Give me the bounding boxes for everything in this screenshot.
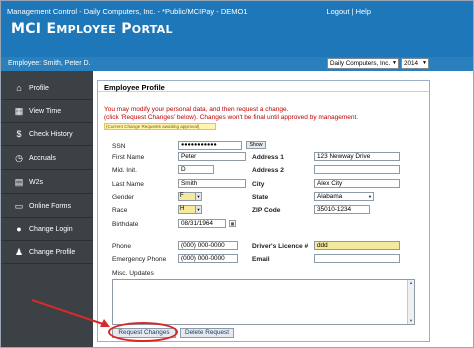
drivers-licence-label: Driver's Licence # [252, 243, 309, 250]
instruction-line-2: (click 'Request Changes' below). Changes… [104, 114, 359, 121]
birthdate-input[interactable]: 08/31/1964 [178, 219, 226, 228]
document-icon: ▤ [14, 177, 24, 187]
sidebar-item-w2s[interactable]: ▤ W2s [1, 172, 93, 194]
sidebar-item-change-login[interactable]: ● Change Login [1, 219, 93, 241]
clock-icon: ◷ [15, 153, 23, 163]
address1-label: Address 1 [252, 154, 284, 161]
mid-init-input[interactable]: D [178, 165, 214, 174]
calendar-icon: ▦ [14, 106, 24, 116]
ssn-input[interactable]: ●●●●●●●●●●● [178, 141, 242, 150]
sidebar-item-online-forms[interactable]: ▭ Online Forms [1, 196, 93, 218]
employee-profile-panel: Employee Profile You may modify your per… [97, 80, 430, 342]
race-label: Race [112, 207, 128, 214]
ssn-label: SSN [112, 143, 126, 150]
app-path: Management Control - Daily Computers, In… [7, 7, 248, 16]
race-select[interactable]: H ▼ [178, 205, 202, 214]
year-select[interactable]: 2014 ▼ [401, 58, 429, 69]
email-label: Email [252, 256, 270, 263]
sidebar-item-change-profile[interactable]: ♟ Change Profile [1, 242, 93, 264]
employee-bar: Employee: Smith, Peter D. Daily Computer… [1, 57, 473, 71]
company-select[interactable]: Daily Computers, Inc. ▼ [327, 58, 399, 69]
gender-select[interactable]: F ▼ [178, 192, 202, 201]
state-select[interactable]: Alabama ▼ [314, 192, 374, 201]
show-ssn-button[interactable]: Show [246, 141, 266, 149]
last-name-input[interactable]: Smith [178, 179, 246, 188]
emergency-phone-label: Emergency Phone [112, 256, 167, 263]
delete-request-button[interactable]: Delete Request [180, 328, 234, 338]
instruction-line-1: You may modify your personal data, and t… [104, 106, 289, 113]
city-label: City [252, 181, 265, 188]
sidebar-item-profile[interactable]: ⌂ Profile [1, 78, 93, 100]
people-icon: ♟ [14, 247, 24, 257]
money-bag-icon: $ [16, 129, 22, 139]
top-links: Logout | Help [326, 7, 371, 16]
zip-input[interactable]: 35010-1234 [314, 205, 370, 214]
textarea-scrollbar[interactable]: ▲ ▼ [407, 280, 414, 324]
drivers-licence-input[interactable]: ddd [314, 241, 400, 250]
phone-label: Phone [112, 243, 132, 250]
city-input[interactable]: Alex City [314, 179, 400, 188]
address1-input[interactable]: 123 Newway Drive [314, 152, 400, 161]
misc-updates-textarea[interactable]: ▲ ▼ [112, 279, 415, 325]
chevron-down-icon: ▼ [195, 206, 201, 213]
email-input[interactable] [314, 254, 400, 263]
help-link[interactable]: Help [356, 7, 371, 16]
annotation-ellipse [108, 322, 178, 342]
chevron-down-icon: ▼ [392, 60, 397, 66]
gender-label: Gender [112, 194, 134, 201]
person-icon: ● [16, 224, 22, 234]
zip-label: ZIP Code [252, 207, 281, 214]
calendar-icon[interactable]: ▦ [229, 220, 236, 227]
mid-init-label: Mid. Init. [112, 167, 137, 174]
chevron-down-icon: ▼ [195, 193, 201, 200]
scroll-down-icon[interactable]: ▼ [408, 318, 414, 324]
chevron-down-icon: ▼ [368, 194, 372, 199]
top-header: Management Control - Daily Computers, In… [1, 1, 473, 57]
pending-requests-bar: (Current Change Requests awaiting approv… [104, 123, 216, 130]
emergency-phone-input[interactable]: (000) 000-0000 [178, 254, 238, 263]
first-name-input[interactable]: Peter [178, 152, 246, 161]
annotation-arrow-icon [31, 299, 110, 327]
state-label: State [252, 194, 269, 201]
employee-name: Employee: Smith, Peter D. [8, 60, 91, 67]
link-separator: | [351, 7, 354, 16]
birthdate-label: Birthdate [112, 221, 139, 228]
last-name-label: Last Name [112, 181, 144, 188]
house-icon: ⌂ [16, 83, 22, 93]
sidebar-item-accruals[interactable]: ◷ Accruals [1, 148, 93, 170]
chevron-down-icon: ▼ [422, 60, 427, 66]
form-icon: ▭ [14, 201, 24, 211]
scroll-up-icon[interactable]: ▲ [408, 280, 414, 286]
sidebar-item-view-time[interactable]: ▦ View Time [1, 101, 93, 123]
misc-updates-label: Misc. Updates [112, 270, 154, 277]
panel-header: Employee Profile [98, 81, 429, 92]
address2-input[interactable] [314, 165, 400, 174]
phone-input[interactable]: (000) 000-0000 [178, 241, 238, 250]
logout-link[interactable]: Logout [326, 7, 349, 16]
sidebar-item-check-history[interactable]: $ Check History [1, 124, 93, 146]
portal-title: MCI EMPLOYEE PORTAL [11, 21, 173, 37]
first-name-label: First Name [112, 154, 145, 161]
address2-label: Address 2 [252, 167, 284, 174]
panel-title: Employee Profile [104, 83, 165, 92]
